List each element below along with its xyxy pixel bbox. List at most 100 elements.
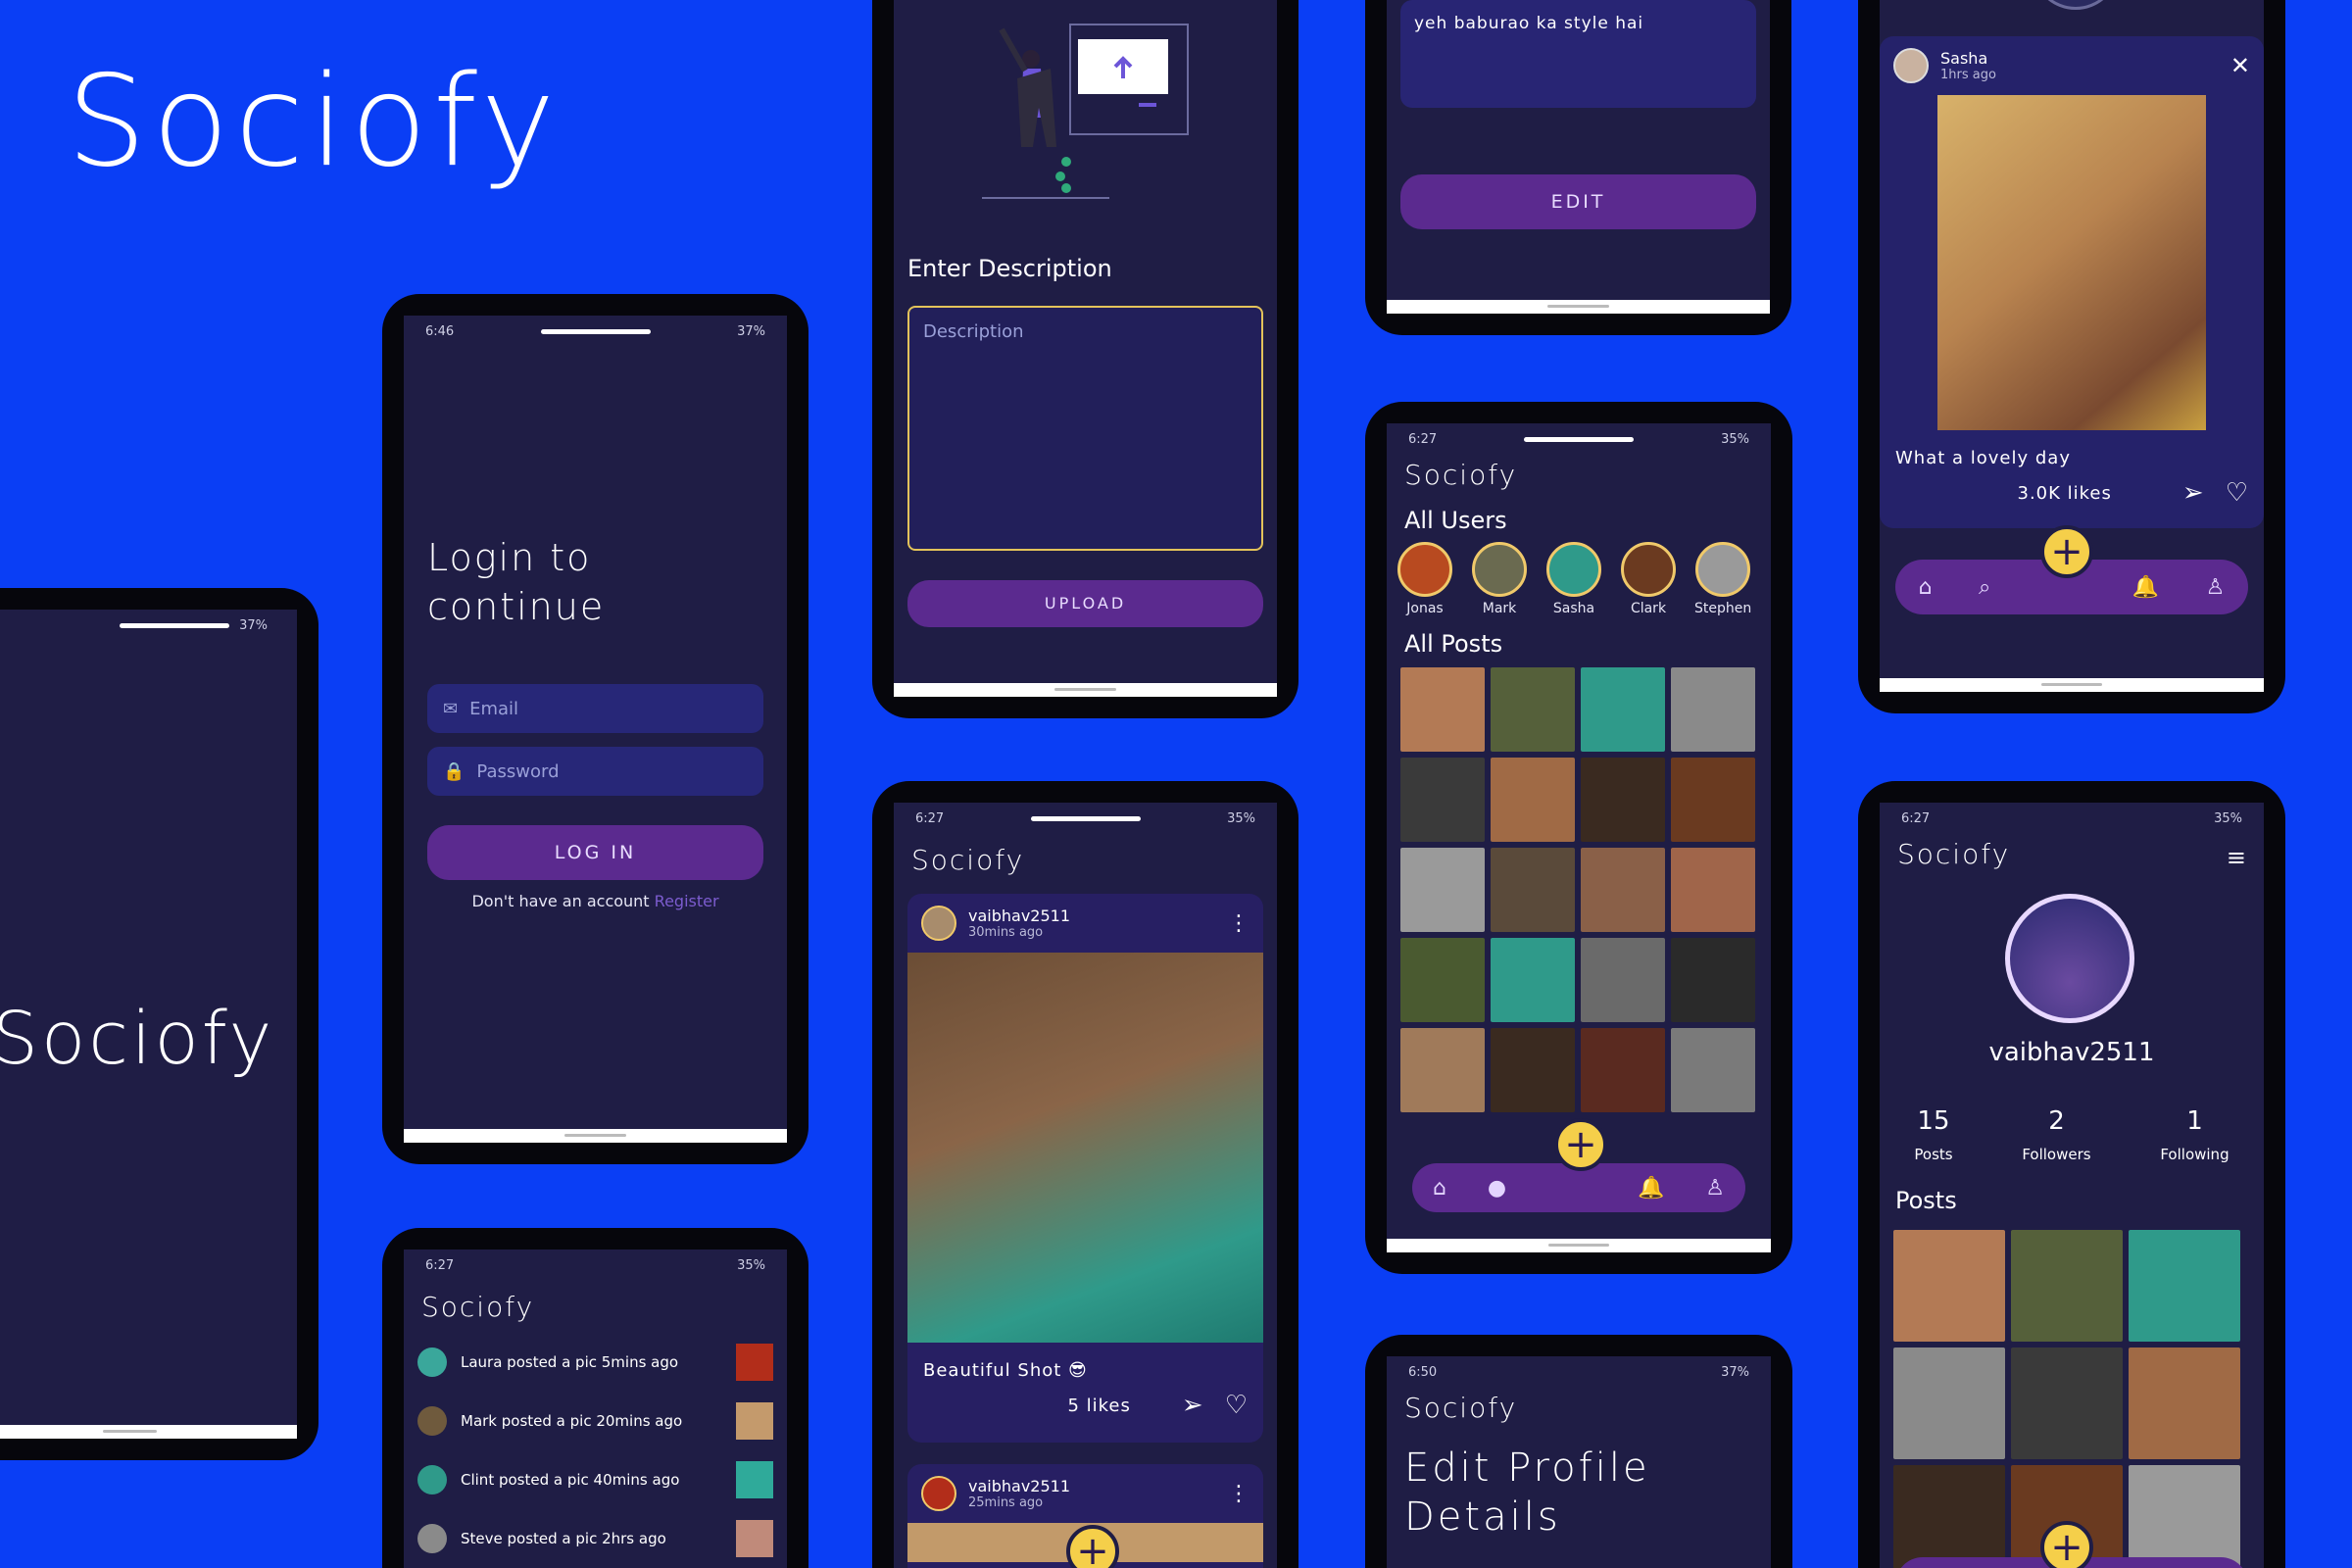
grid-photo[interactable]: [1400, 938, 1485, 1022]
login-button[interactable]: LOG IN: [427, 825, 763, 880]
list-item[interactable]: Laura posted a pic 5mins ago: [417, 1333, 773, 1392]
stat-followers[interactable]: 2 Followers: [2022, 1106, 2090, 1163]
grid-photo[interactable]: [1581, 938, 1665, 1022]
stat-value: 2: [2048, 1106, 2065, 1136]
home-icon[interactable]: ⌂: [1919, 575, 1933, 600]
grid-photo[interactable]: [1491, 1028, 1575, 1112]
post-image[interactable]: [907, 953, 1263, 1343]
profile-icon[interactable]: ♙: [2206, 575, 2226, 600]
grid-photo[interactable]: [1893, 1230, 2005, 1342]
post-username[interactable]: vaibhav2511: [968, 1477, 1070, 1495]
grid-photo[interactable]: [1491, 938, 1575, 1022]
bell-icon[interactable]: 🔔: [1638, 1176, 1664, 1200]
post-username[interactable]: vaibhav2511: [968, 906, 1070, 925]
grid-photo[interactable]: [1671, 758, 1755, 842]
description-field[interactable]: Description: [907, 306, 1263, 551]
grid-photo[interactable]: [2011, 1348, 2123, 1459]
register-link[interactable]: Register: [655, 892, 719, 910]
grid-photo[interactable]: [1491, 758, 1575, 842]
search-icon[interactable]: ⌕: [1979, 575, 1990, 600]
grid-photo[interactable]: [1671, 1028, 1755, 1112]
grid-photo[interactable]: [1671, 938, 1755, 1022]
list-item[interactable]: Steve posted a pic 2hrs ago: [417, 1509, 773, 1568]
notification-text: Steve posted a pic 2hrs ago: [461, 1530, 666, 1547]
user-name: Sasha: [1552, 601, 1595, 616]
home-indicator: [1387, 300, 1770, 314]
share-icon[interactable]: ➢: [1182, 1391, 1203, 1420]
user-item[interactable]: Clark: [1620, 542, 1677, 616]
phone-profile: 6:27 35% Sociofy ≡ vaibhav2511 15 Posts 2…: [1858, 781, 2285, 1568]
avatar[interactable]: [921, 906, 956, 941]
grid-photo[interactable]: [1581, 1028, 1665, 1112]
description-placeholder: Description: [923, 321, 1024, 342]
grid-photo[interactable]: [1581, 848, 1665, 932]
grid-photo[interactable]: [2129, 1465, 2240, 1568]
email-field[interactable]: ✉ Email: [427, 684, 763, 733]
grid-photo[interactable]: [1671, 848, 1755, 932]
password-field[interactable]: 🔒 Password: [427, 747, 763, 796]
list-item[interactable]: Mark posted a pic 20mins ago: [417, 1392, 773, 1450]
status-time: 6:27: [915, 810, 945, 826]
menu-icon[interactable]: ≡: [2227, 844, 2246, 871]
notification-list: Laura posted a pic 5mins ago Mark posted…: [404, 1333, 787, 1568]
stat-following[interactable]: 1 Following: [2160, 1106, 2229, 1163]
login-heading-line2: continue: [427, 585, 606, 628]
search-icon[interactable]: ●: [1488, 1176, 1506, 1200]
list-item[interactable]: Clint posted a pic 40mins ago: [417, 1450, 773, 1509]
grid-photo[interactable]: [1893, 1465, 2005, 1568]
user-name: Stephen: [1694, 601, 1752, 616]
mail-icon: ✉: [443, 698, 459, 719]
grid-photo[interactable]: [1893, 1348, 2005, 1459]
avatar[interactable]: [921, 1476, 956, 1511]
top-avatar: [2032, 0, 2120, 10]
close-icon[interactable]: ✕: [2230, 52, 2250, 79]
grid-photo[interactable]: [1581, 758, 1665, 842]
user-item[interactable]: Sasha: [1545, 542, 1602, 616]
grid-photo[interactable]: [1491, 667, 1575, 752]
thumbnail: [736, 1520, 773, 1557]
profile-avatar[interactable]: [2005, 894, 2134, 1023]
phone-upload: Enter Description Description UPLOAD: [872, 0, 1298, 718]
grid-photo[interactable]: [2129, 1348, 2240, 1459]
more-icon[interactable]: ⋮: [1228, 1482, 1250, 1506]
grid-photo[interactable]: [1671, 667, 1755, 752]
grid-photo[interactable]: [2129, 1230, 2240, 1342]
more-icon[interactable]: ⋮: [1228, 911, 1250, 936]
grid-photo[interactable]: [1400, 848, 1485, 932]
caption-field[interactable]: yeh baburao ka style hai: [1400, 0, 1756, 108]
share-icon[interactable]: ➢: [2182, 478, 2204, 508]
all-users-label: All Users: [1404, 507, 1507, 534]
user-item[interactable]: Mark: [1471, 542, 1528, 616]
posts-label: Posts: [1895, 1187, 1957, 1214]
add-post-button[interactable]: +: [1554, 1118, 1607, 1171]
add-post-button[interactable]: +: [2040, 1521, 2093, 1568]
post-image[interactable]: [1937, 95, 2206, 430]
edit-button[interactable]: EDIT: [1400, 174, 1756, 229]
phone-notifications: 6:27 35% Sociofy Laura posted a pic 5min…: [382, 1228, 808, 1568]
user-item[interactable]: Jonas: [1396, 542, 1453, 616]
notification-text: Clint posted a pic 40mins ago: [461, 1471, 680, 1489]
stat-posts[interactable]: 15 Posts: [1914, 1106, 1952, 1163]
heart-icon[interactable]: ♡: [1225, 1391, 1248, 1420]
grid-photo[interactable]: [1581, 667, 1665, 752]
status-bar-pill: [120, 622, 230, 628]
post-likes: 5 likes: [1067, 1395, 1131, 1416]
home-icon[interactable]: ⌂: [1433, 1176, 1446, 1200]
upload-button[interactable]: UPLOAD: [907, 580, 1263, 627]
bell-icon[interactable]: 🔔: [2132, 575, 2159, 600]
grid-photo[interactable]: [1491, 848, 1575, 932]
grid-photo[interactable]: [2011, 1230, 2123, 1342]
notification-text: Laura posted a pic 5mins ago: [461, 1353, 679, 1371]
status-time: 6:27: [425, 1257, 455, 1273]
heart-icon[interactable]: ♡: [2226, 478, 2248, 508]
stat-label: Following: [2160, 1146, 2230, 1163]
grid-photo[interactable]: [1400, 758, 1485, 842]
post-username[interactable]: Sasha: [1940, 49, 1996, 68]
grid-photo[interactable]: [1400, 1028, 1485, 1112]
user-item[interactable]: Stephen: [1694, 542, 1751, 616]
avatar[interactable]: [1893, 48, 1929, 83]
grid-photo[interactable]: [1400, 667, 1485, 752]
notification-text: Mark posted a pic 20mins ago: [461, 1412, 683, 1430]
add-post-button[interactable]: +: [2040, 525, 2093, 578]
profile-icon[interactable]: ♙: [1705, 1176, 1725, 1200]
